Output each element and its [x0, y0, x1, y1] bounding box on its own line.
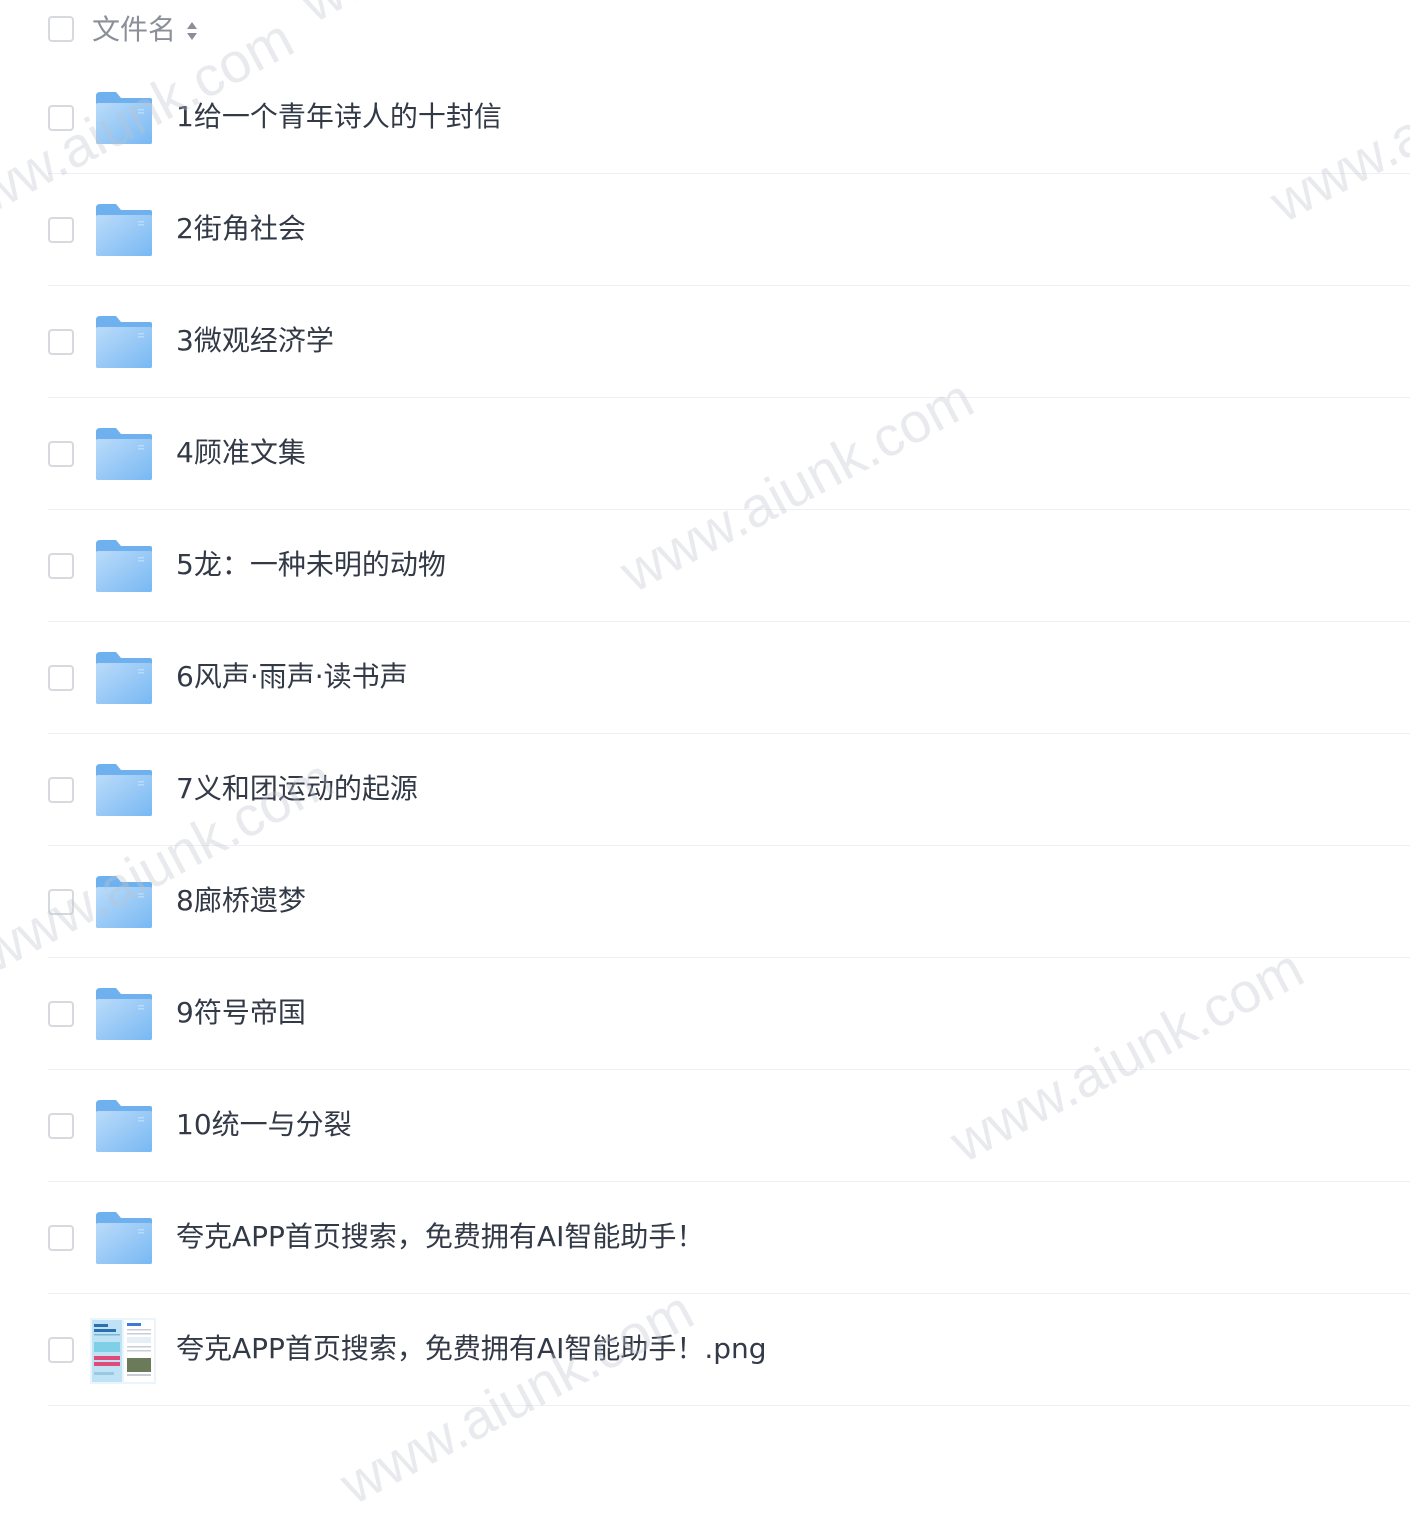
file-name[interactable]: 2街角社会	[176, 210, 306, 248]
row-checkbox[interactable]	[48, 441, 74, 467]
file-name[interactable]: 8廊桥遗梦	[176, 882, 306, 920]
file-list: 文件名 1给一个青年诗人的十封信 2街角社会 3微观经济学 4顾准文集 5龙：一种未明的…	[0, 0, 1410, 1406]
file-name[interactable]: 10统一与分裂	[176, 1106, 352, 1144]
folder-icon	[94, 986, 154, 1042]
file-row[interactable]: 8廊桥遗梦	[48, 846, 1410, 958]
row-checkbox[interactable]	[48, 889, 74, 915]
file-row[interactable]: 夸克APP首页搜索，免费拥有AI智能助手！	[48, 1182, 1410, 1294]
folder-icon	[94, 426, 154, 482]
file-name[interactable]: 4顾准文集	[176, 434, 306, 472]
row-checkbox[interactable]	[48, 217, 74, 243]
image-thumbnail-icon	[90, 1318, 156, 1384]
file-name[interactable]: 1给一个青年诗人的十封信	[176, 98, 502, 136]
file-row[interactable]: 2街角社会	[48, 174, 1410, 286]
row-checkbox[interactable]	[48, 665, 74, 691]
file-row[interactable]: 7义和团运动的起源	[48, 734, 1410, 846]
file-name[interactable]: 5龙：一种未明的动物	[176, 546, 446, 584]
folder-icon	[94, 90, 154, 146]
folder-icon	[94, 202, 154, 258]
folder-icon	[94, 874, 154, 930]
folder-icon	[94, 1210, 154, 1266]
row-checkbox[interactable]	[48, 105, 74, 131]
file-row[interactable]: 6风声·雨声·读书声	[48, 622, 1410, 734]
file-row[interactable]: 10统一与分裂	[48, 1070, 1410, 1182]
file-rows: 1给一个青年诗人的十封信 2街角社会 3微观经济学 4顾准文集 5龙：一种未明的动物 6风…	[0, 62, 1410, 1406]
file-name[interactable]: 9符号帝国	[176, 994, 306, 1032]
row-checkbox[interactable]	[48, 329, 74, 355]
row-checkbox[interactable]	[48, 553, 74, 579]
folder-icon	[94, 762, 154, 818]
folder-icon	[94, 1098, 154, 1154]
file-row[interactable]: 1给一个青年诗人的十封信	[48, 62, 1410, 174]
file-name[interactable]: 7义和团运动的起源	[176, 770, 418, 808]
file-row[interactable]: 夸克APP首页搜索，免费拥有AI智能助手！.png	[48, 1294, 1410, 1406]
file-row[interactable]: 3微观经济学	[48, 286, 1410, 398]
column-header-filename[interactable]: 文件名	[92, 12, 176, 48]
sort-icon[interactable]	[185, 19, 199, 43]
file-row[interactable]: 5龙：一种未明的动物	[48, 510, 1410, 622]
folder-icon	[94, 650, 154, 706]
list-header: 文件名	[0, 0, 1410, 62]
row-checkbox[interactable]	[48, 1001, 74, 1027]
file-name[interactable]: 3微观经济学	[176, 322, 334, 360]
folder-icon	[94, 314, 154, 370]
folder-icon	[94, 538, 154, 594]
row-checkbox[interactable]	[48, 1113, 74, 1139]
file-row[interactable]: 9符号帝国	[48, 958, 1410, 1070]
file-name[interactable]: 夸克APP首页搜索，免费拥有AI智能助手！.png	[176, 1330, 767, 1368]
row-checkbox[interactable]	[48, 1337, 74, 1363]
file-row[interactable]: 4顾准文集	[48, 398, 1410, 510]
select-all-checkbox[interactable]	[48, 16, 74, 42]
file-name[interactable]: 6风声·雨声·读书声	[176, 658, 408, 696]
row-checkbox[interactable]	[48, 777, 74, 803]
file-name[interactable]: 夸克APP首页搜索，免费拥有AI智能助手！	[176, 1218, 704, 1256]
row-checkbox[interactable]	[48, 1225, 74, 1251]
